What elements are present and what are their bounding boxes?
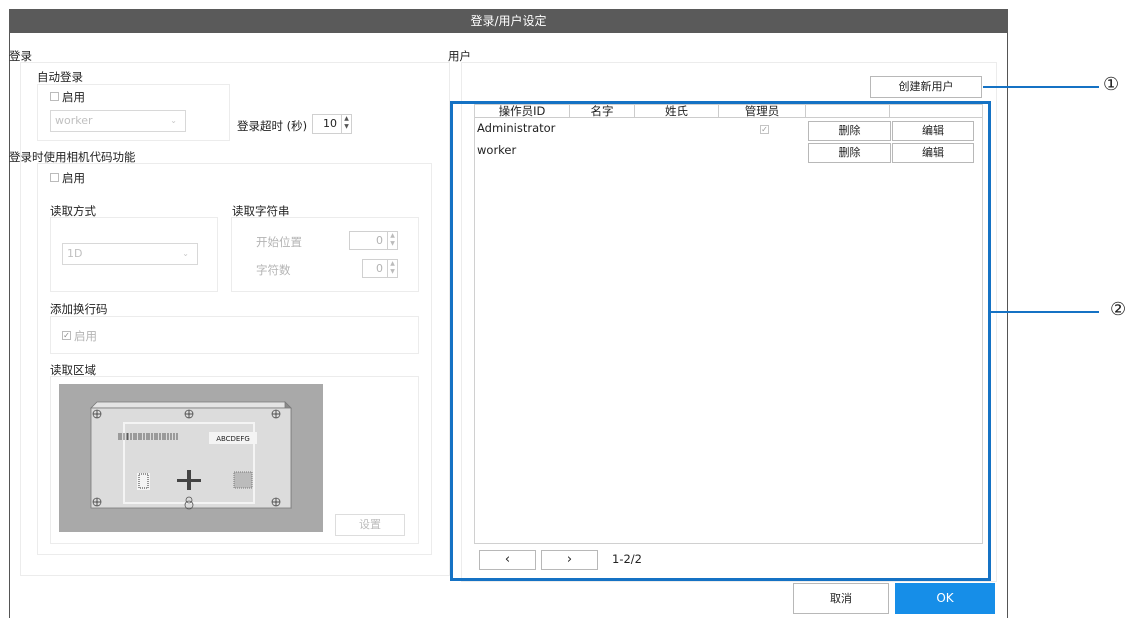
char-count-label: 字符数 [256, 263, 291, 277]
window-title: 登录/用户设定 [9, 9, 1008, 33]
checkbox-icon [50, 92, 59, 101]
add-newline-enable-label: 启用 [74, 329, 97, 343]
cancel-button[interactable]: 取消 [793, 583, 889, 614]
add-newline-title: 添加换行码 [50, 302, 108, 316]
read-string-group [231, 217, 419, 292]
chevron-down-icon: ⌄ [182, 249, 189, 258]
callout-line-2 [991, 311, 1099, 313]
add-newline-group [50, 316, 419, 354]
device-preview-image: ABCDEFG [90, 401, 292, 510]
checked-checkbox-icon: ✓ [62, 331, 71, 340]
char-count-spinner[interactable]: 0 ▲ ▼ [362, 259, 398, 278]
login-timeout-spinner[interactable]: 10 ▲ ▼ [312, 114, 352, 134]
login-timeout-label: 登录超时 (秒) [237, 119, 308, 133]
read-method-value: 1D [67, 247, 83, 260]
chevron-down-icon: ⌄ [170, 116, 177, 125]
read-area-preview[interactable]: ABCDEFG [59, 384, 323, 532]
camera-code-enable-label: 启用 [62, 171, 85, 185]
callout-marker-2: ② [1110, 299, 1127, 320]
read-method-select[interactable]: 1D ⌄ [62, 243, 198, 265]
callout-frame-2 [450, 101, 991, 581]
checkbox-icon [50, 173, 59, 182]
auto-login-enable-label: 启用 [62, 90, 85, 104]
spinner-arrows-icon[interactable]: ▲ ▼ [387, 260, 397, 277]
read-area-settings-button[interactable]: 设置 [335, 514, 405, 536]
auto-login-enable-checkbox[interactable]: 启用 [50, 89, 85, 105]
spinner-arrows-icon[interactable]: ▲ ▼ [387, 232, 397, 249]
add-newline-enable-checkbox[interactable]: ✓ 启用 [62, 328, 97, 344]
callout-marker-1: ① [1103, 74, 1120, 95]
ok-button[interactable]: OK [895, 583, 995, 614]
spinner-arrows-icon[interactable]: ▲ ▼ [341, 115, 351, 133]
auto-login-title: 自动登录 [37, 70, 83, 84]
camera-code-enable-checkbox[interactable]: 启用 [50, 170, 85, 186]
callout-line-1 [983, 86, 1099, 88]
start-position-label: 开始位置 [256, 235, 302, 249]
char-count-value: 0 [376, 262, 383, 275]
auto-login-user-select[interactable]: worker ⌄ [50, 110, 186, 132]
login-timeout-value: 10 [323, 117, 337, 130]
start-position-spinner[interactable]: 0 ▲ ▼ [349, 231, 398, 250]
preview-barcode-text: ABCDEFG [216, 435, 250, 443]
start-position-value: 0 [376, 234, 383, 247]
auto-login-user-value: worker [55, 114, 93, 127]
create-user-button[interactable]: 创建新用户 [870, 76, 982, 98]
